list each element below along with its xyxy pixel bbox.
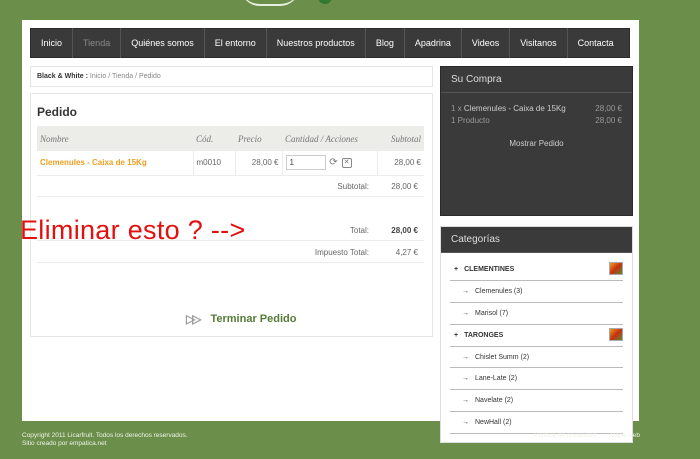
product-subtotal: 28,00 €: [376, 151, 424, 176]
column-header-code: Cód.: [193, 126, 235, 151]
category-item-clementines[interactable]: + CLEMENTINES: [450, 259, 623, 281]
category-item-marisol[interactable]: → Marisol (7): [450, 303, 623, 325]
tax-label: Impuesto Total:: [314, 248, 369, 257]
category-label: Chislet Summ (2): [475, 353, 530, 361]
column-header-name: Nombre: [37, 126, 193, 151]
page-title: Pedido: [37, 105, 78, 119]
breadcrumb-current: Pedido: [138, 73, 161, 80]
nav-item-nuestros-productos[interactable]: Nuestros productos: [267, 28, 366, 58]
cart-widget: Su Compra 1 x Clemenules - Caixa de 15Kg…: [440, 66, 633, 216]
logo-leaf: [318, 0, 332, 4]
nav-item-tienda[interactable]: Tienda: [73, 28, 122, 58]
category-item-chislet-summ[interactable]: → Chislet Summ (2): [450, 347, 623, 369]
category-label: Clemenules (3): [475, 288, 523, 295]
footer-info: Copyright 2011 Licarfruit. Todos los der…: [22, 432, 188, 448]
total-label: Total:: [349, 226, 369, 235]
logo-arc: [240, 0, 300, 6]
arrow-right-icon: →: [462, 288, 469, 295]
product-code: m0010: [192, 151, 235, 176]
credit-text: Sitio creado por empatica.net: [22, 440, 107, 447]
category-list: + CLEMENTINES → Clemenules (3) → Marisol (7…: [441, 253, 632, 442]
category-label: CLEMENTINES: [464, 266, 515, 273]
footer-link-privacy[interactable]: Política de privacidad: [534, 432, 596, 439]
nav-item-quienes-somos[interactable]: Quiénes somos: [121, 28, 205, 58]
category-label: TARONGES: [464, 331, 504, 339]
category-item-taronges[interactable]: + TARONGES: [450, 325, 623, 347]
cart-product-count: 1 Producto: [451, 116, 490, 125]
cart-line-price: 28,00 €: [595, 104, 622, 113]
nav-item-inicio[interactable]: Inicio: [31, 28, 74, 58]
copyright-text: Copyright 2011 Licarfruit. Todos los der…: [22, 432, 188, 439]
column-header-quantity: Cantidad / Acciones: [282, 126, 377, 151]
tax-value: 4,27 €: [395, 248, 418, 257]
total-value: 28,00 €: [391, 226, 418, 235]
breadcrumb-link-inicio[interactable]: Inicio: [90, 73, 106, 80]
subtotal-label: Subtotal:: [337, 182, 369, 191]
categories-widget: Categorías + CLEMENTINES → Clemenules (3) …: [440, 226, 633, 443]
finish-order-label: Terminar Pedido: [210, 313, 297, 325]
breadcrumb-link-tienda[interactable]: Tienda: [112, 73, 133, 80]
nav-item-el-entorno[interactable]: El entorno: [205, 28, 267, 58]
refresh-icon[interactable]: ⟳: [329, 157, 339, 168]
bullet-icon: +: [454, 331, 459, 339]
subtotal-value: 28,00 €: [391, 182, 418, 191]
category-label: NewHall (2): [475, 418, 512, 426]
nav-item-blog[interactable]: Blog: [366, 28, 405, 58]
column-header-subtotal: Subtotal: [377, 126, 424, 151]
footer-links: Política de privacidad Mapa web: [522, 432, 640, 439]
main-navigation: Inicio Tienda Quiénes somos El entorno N…: [30, 28, 630, 58]
arrow-right-icon: →: [462, 353, 469, 361]
main-content: Black & White : Inicio / Tienda / Pedido…: [30, 66, 433, 337]
category-item-lane-late[interactable]: → Lane-Late (2): [450, 368, 623, 391]
footer-link-sitemap[interactable]: Mapa web: [610, 432, 640, 439]
nav-item-contacta[interactable]: Contacta: [568, 28, 624, 58]
cart-table: Nombre Cód. Precio Cantidad / Acciones S…: [37, 126, 424, 176]
subtotal-row: Subtotal: 28,00 €: [37, 175, 424, 197]
nav-item-apadrina[interactable]: Apadrina: [405, 28, 462, 58]
cart-widget-title: Su Compra: [441, 67, 632, 93]
arrow-right-icon: →: [462, 397, 469, 405]
category-label: Marisol (7): [475, 309, 509, 317]
show-order-link[interactable]: Mostrar Pedido: [441, 139, 632, 148]
arrow-right-icon: →: [462, 418, 469, 426]
bullet-icon: +: [454, 266, 459, 273]
category-thumbnail: [609, 262, 623, 275]
category-label: Navelate (2): [475, 397, 514, 405]
categories-title: Categorías: [441, 227, 632, 253]
table-row: Clemenules - Caixa de 15Kg m0010 28,00 €…: [37, 151, 424, 176]
product-link[interactable]: Clemenules - Caixa de 15Kg: [40, 158, 147, 167]
column-header-price: Precio: [235, 126, 282, 151]
nav-item-visitanos[interactable]: Visitanos: [510, 28, 568, 58]
cart-line-item: 1 x Clemenules - Caixa de 15Kg 28,00 €: [451, 104, 622, 113]
category-thumbnail: [609, 327, 623, 341]
quantity-input[interactable]: 1: [285, 155, 326, 171]
cart-line-summary: 1 Producto 28,00 €: [451, 116, 622, 125]
product-price: 28,00 €: [234, 151, 282, 176]
nav-item-videos[interactable]: Videos: [462, 28, 511, 58]
breadcrumb: Black & White : Inicio / Tienda / Pedido: [30, 66, 433, 87]
cart-line-product[interactable]: Clemenules - Caixa de 15Kg: [464, 104, 566, 113]
arrow-right-icon: →: [462, 309, 469, 317]
category-item-clemenules[interactable]: → Clemenules (3): [450, 281, 623, 303]
delete-icon[interactable]: ✕: [341, 157, 352, 168]
cart-line-qty: 1 x: [451, 104, 462, 113]
annotation-text: Eliminar esto ? -->: [20, 215, 246, 245]
arrow-right-icon: →: [462, 375, 469, 383]
cart-summary-price: 28,00 €: [595, 116, 622, 125]
category-label: Lane-Late (2): [475, 375, 518, 383]
sidebar: Su Compra 1 x Clemenules - Caixa de 15Kg…: [440, 66, 633, 443]
category-item-navelate[interactable]: → Navelate (2): [450, 390, 623, 412]
category-item-newhall[interactable]: → NewHall (2): [450, 412, 623, 434]
breadcrumb-site: Black & White :: [37, 73, 88, 80]
finish-order-button[interactable]: ▷▷ Terminar Pedido: [186, 312, 296, 326]
fast-forward-icon: ▷▷: [186, 312, 202, 326]
